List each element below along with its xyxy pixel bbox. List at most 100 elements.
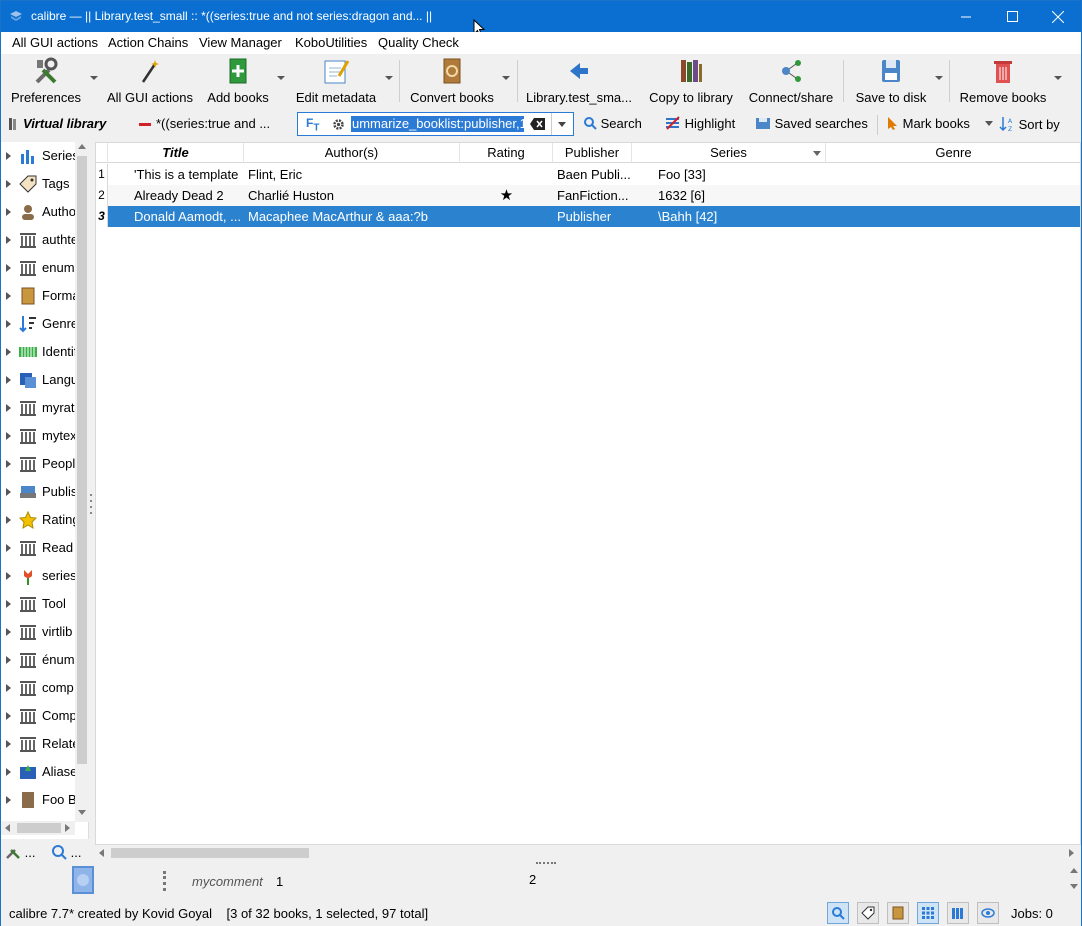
table-row[interactable]: 1 'This is a template Flint, Eric Baen Publ… bbox=[96, 164, 1080, 185]
hscroll-thumb[interactable] bbox=[17, 823, 61, 833]
details-splitter-handle[interactable] bbox=[163, 871, 166, 891]
save-to-disk-dropdown-arrow[interactable] bbox=[935, 76, 943, 80]
scroll-down-arrow[interactable] bbox=[1070, 884, 1078, 889]
tag-browser-item[interactable]: Identifiers bbox=[1, 338, 75, 366]
cell-authors[interactable]: Charlié Huston bbox=[248, 185, 458, 206]
expand-arrow-icon[interactable] bbox=[6, 320, 11, 328]
search-box[interactable]: FT ummarize_booklist:publisher,1 bbox=[297, 112, 574, 136]
expand-arrow-icon[interactable] bbox=[6, 236, 11, 244]
menu-quality-check[interactable]: Quality Check bbox=[378, 35, 459, 50]
scroll-up-arrow[interactable] bbox=[78, 144, 86, 149]
mark-books-dropdown-arrow[interactable] bbox=[985, 121, 993, 126]
expand-arrow-icon[interactable] bbox=[6, 432, 11, 440]
cell-series[interactable]: \Bahh [42] bbox=[658, 206, 824, 227]
convert-books-button[interactable]: Convert books bbox=[405, 54, 499, 106]
book-cover-thumbnail[interactable] bbox=[72, 866, 94, 894]
find-in-tags-button[interactable]: ... bbox=[51, 844, 81, 860]
column-header-authors[interactable]: Author(s) bbox=[244, 143, 460, 163]
row-number[interactable]: 1 bbox=[96, 164, 108, 185]
cell-rating[interactable]: ★ bbox=[460, 185, 553, 206]
highlight-button[interactable]: Highlight bbox=[665, 116, 735, 131]
scroll-left-arrow[interactable] bbox=[5, 824, 10, 832]
tag-browser-item[interactable]: Authors bbox=[1, 198, 75, 226]
row-number[interactable]: 3 bbox=[96, 206, 108, 227]
remove-books-dropdown-arrow[interactable] bbox=[1054, 76, 1062, 80]
cell-title[interactable]: Already Dead 2 bbox=[134, 185, 242, 206]
expand-arrow-icon[interactable] bbox=[6, 460, 11, 468]
tag-browser-item[interactable]: Read bbox=[1, 534, 75, 562]
tag-browser-item[interactable]: énum bbox=[1, 646, 75, 674]
cell-publisher[interactable]: FanFiction... bbox=[557, 185, 630, 206]
expand-arrow-icon[interactable] bbox=[6, 712, 11, 720]
tag-browser-item[interactable]: myrating bbox=[1, 394, 75, 422]
scroll-down-arrow[interactable] bbox=[78, 810, 86, 815]
toggle-book-details-button[interactable] bbox=[887, 902, 909, 924]
row-number[interactable]: 2 bbox=[96, 185, 108, 206]
menu-action-chains[interactable]: Action Chains bbox=[108, 35, 188, 50]
edit-metadata-button[interactable]: Edit metadata bbox=[293, 54, 379, 106]
scroll-left-arrow[interactable] bbox=[99, 849, 104, 857]
expand-arrow-icon[interactable] bbox=[6, 656, 11, 664]
tag-browser-item[interactable]: Tool bbox=[1, 590, 75, 618]
edit-metadata-dropdown-arrow[interactable] bbox=[385, 76, 393, 80]
expand-arrow-icon[interactable] bbox=[6, 404, 11, 412]
cell-rating[interactable] bbox=[460, 206, 553, 227]
column-header-genre[interactable]: Genre bbox=[826, 143, 1080, 163]
configure-tag-browser-button[interactable]: ... bbox=[5, 844, 35, 860]
column-header-title[interactable]: Title bbox=[108, 143, 244, 163]
expand-arrow-icon[interactable] bbox=[6, 740, 11, 748]
search-button[interactable]: Search bbox=[583, 116, 642, 131]
remove-books-button[interactable]: Remove books bbox=[955, 54, 1051, 106]
save-to-disk-button[interactable]: Save to disk bbox=[851, 54, 931, 106]
copy-to-library-button[interactable]: Copy to library bbox=[646, 54, 736, 106]
jobs-indicator[interactable]: Jobs: 0 bbox=[1011, 906, 1053, 921]
scroll-thumb[interactable] bbox=[77, 156, 87, 764]
expand-arrow-icon[interactable] bbox=[6, 796, 11, 804]
expand-arrow-icon[interactable] bbox=[6, 600, 11, 608]
cell-rating[interactable] bbox=[460, 164, 553, 185]
expand-arrow-icon[interactable] bbox=[6, 572, 11, 580]
minimize-button[interactable] bbox=[943, 1, 989, 32]
tag-browser-item[interactable]: comp bbox=[1, 674, 75, 702]
expand-arrow-icon[interactable] bbox=[6, 180, 11, 188]
expand-arrow-icon[interactable] bbox=[6, 684, 11, 692]
menu-all-gui-actions[interactable]: All GUI actions bbox=[12, 35, 98, 50]
scroll-right-arrow[interactable] bbox=[65, 824, 70, 832]
tag-browser-item[interactable]: mytext bbox=[1, 422, 75, 450]
menu-view-manager[interactable]: View Manager bbox=[199, 35, 282, 50]
clear-search-icon[interactable] bbox=[530, 118, 546, 130]
tag-browser-item[interactable]: Foo Bar bbox=[1, 786, 75, 814]
expand-arrow-icon[interactable] bbox=[6, 488, 11, 496]
expand-arrow-icon[interactable] bbox=[6, 628, 11, 636]
table-row[interactable]: 2 Already Dead 2 Charlié Huston ★ FanFiction… bbox=[96, 185, 1080, 206]
column-header-series[interactable]: Series bbox=[632, 143, 826, 163]
tag-browser-item[interactable]: Languages bbox=[1, 366, 75, 394]
scroll-right-arrow[interactable] bbox=[1069, 849, 1074, 857]
tag-browser-item[interactable]: Publisher bbox=[1, 478, 75, 506]
tag-browser-item[interactable]: Aliases bbox=[1, 758, 75, 786]
cell-authors[interactable]: Flint, Eric bbox=[248, 164, 458, 185]
tag-browser-item[interactable]: enum bbox=[1, 254, 75, 282]
cell-series[interactable]: 1632 [6] bbox=[658, 185, 824, 206]
book-list-hscrollbar[interactable] bbox=[95, 846, 1081, 860]
cell-title[interactable]: 'This is a template bbox=[134, 164, 242, 185]
add-books-button[interactable]: Add books bbox=[205, 54, 271, 106]
tag-browser-item[interactable]: Comp bbox=[1, 702, 75, 730]
hscroll-thumb[interactable] bbox=[111, 848, 309, 858]
tag-browser-item[interactable]: People bbox=[1, 450, 75, 478]
gear-icon[interactable] bbox=[332, 118, 345, 131]
tag-browser-item[interactable]: Rating bbox=[1, 506, 75, 534]
virtual-library-button[interactable]: Virtual library bbox=[5, 112, 119, 136]
column-header-publisher[interactable]: Publisher bbox=[553, 143, 632, 163]
maximize-button[interactable] bbox=[989, 1, 1035, 32]
tag-browser-item[interactable]: authtest bbox=[1, 226, 75, 254]
toggle-search-button[interactable] bbox=[827, 902, 849, 924]
connect-share-button[interactable]: Connect/share bbox=[745, 54, 837, 106]
all-gui-actions-button[interactable]: All GUI actions bbox=[105, 54, 195, 106]
convert-books-dropdown-arrow[interactable] bbox=[502, 76, 510, 80]
tag-browser-item[interactable]: Series bbox=[1, 142, 75, 170]
preferences-dropdown-arrow[interactable] bbox=[90, 76, 98, 80]
saved-searches-button[interactable]: Saved searches bbox=[755, 116, 868, 131]
expand-arrow-icon[interactable] bbox=[6, 516, 11, 524]
expand-arrow-icon[interactable] bbox=[6, 348, 11, 356]
